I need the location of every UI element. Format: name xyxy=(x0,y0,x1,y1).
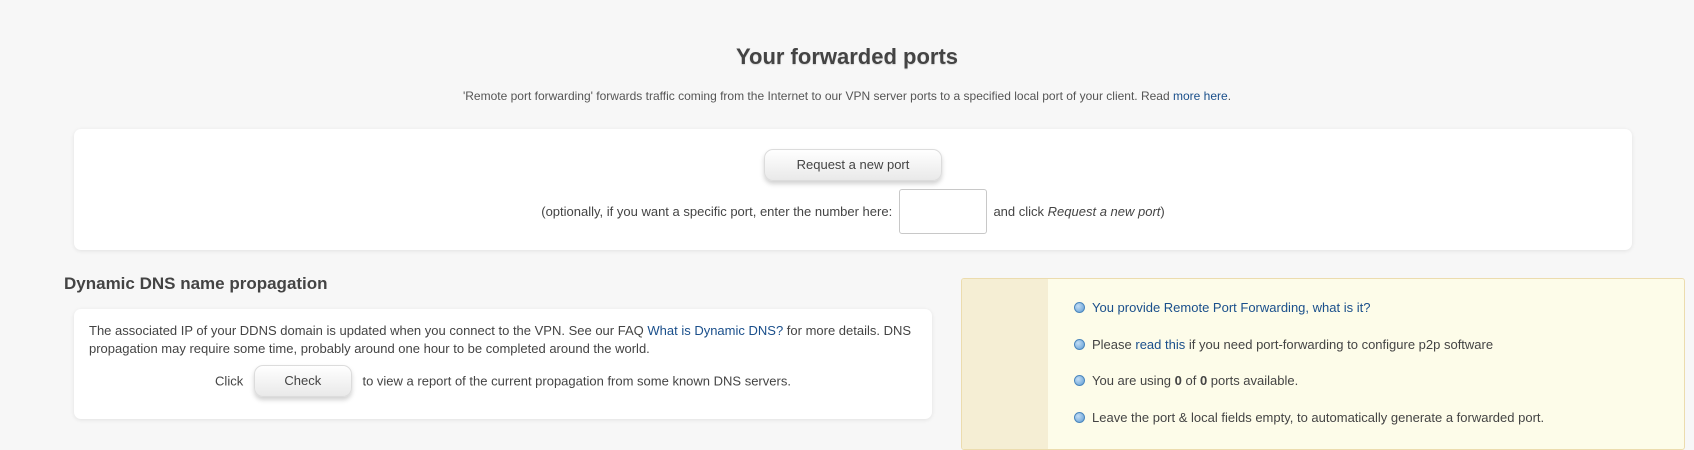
check-description: to view a report of the current propagat… xyxy=(362,373,791,389)
ports-used-count: 0 xyxy=(1174,373,1182,388)
check-button[interactable]: Check xyxy=(253,365,352,397)
subtitle-text: 'Remote port forwarding' forwards traffi… xyxy=(462,89,1173,103)
ddns-section-title: Dynamic DNS name propagation xyxy=(64,274,328,293)
info-item3-after: ports available. xyxy=(1207,373,1299,388)
info-item-empty-fields: Leave the port & local fields empty, to … xyxy=(1074,409,1544,446)
info-item-remote-forwarding: You provide Remote Port Forwarding, what… xyxy=(1074,299,1544,336)
blue-circle-bullet-icon xyxy=(1074,375,1085,386)
remote-forwarding-faq-link[interactable]: You provide Remote Port Forwarding, what… xyxy=(1092,300,1370,315)
info-item3-mid: of xyxy=(1181,373,1200,388)
hint-after-prefix: and click xyxy=(993,204,1048,219)
port-hint-text: (optionally, if you want a specific port… xyxy=(541,204,893,219)
port-number-row: (optionally, if you want a specific port… xyxy=(74,189,1632,234)
request-new-port-button[interactable]: Request a new port xyxy=(764,149,942,181)
ddns-description: The associated IP of your DDNS domain is… xyxy=(89,322,924,358)
info-box: You provide Remote Port Forwarding, what… xyxy=(961,278,1685,450)
hint-after-emphasis: Request a new port xyxy=(1047,204,1161,219)
blue-circle-bullet-icon xyxy=(1074,411,1085,423)
info-item2-before: Please xyxy=(1092,336,1136,352)
ddns-card: The associated IP of your DDNS domain is… xyxy=(74,309,932,419)
what-is-dynamic-dns-link[interactable]: What is Dynamic DNS? xyxy=(647,323,783,338)
info-item4-text: Leave the port & local fields empty, to … xyxy=(1092,409,1545,425)
port-hint-after: and click Request a new port) xyxy=(993,204,1164,219)
info-box-strip xyxy=(962,279,1048,449)
info-item-p2p: Please read this if you need port-forwar… xyxy=(1074,336,1544,373)
info-list: You provide Remote Port Forwarding, what… xyxy=(1074,299,1544,445)
hint-after-suffix: ) xyxy=(1160,204,1165,219)
read-this-link[interactable]: read this xyxy=(1135,337,1185,352)
page-title: Your forwarded ports xyxy=(735,44,959,69)
check-row: Click Check to view a report of the curr… xyxy=(74,365,932,397)
blue-circle-bullet-icon xyxy=(1074,302,1085,313)
ddns-text-part1: The associated IP of your DDNS domain is… xyxy=(89,323,648,338)
info-item-ports-usage: You are using 0 of 0 ports available. xyxy=(1074,372,1544,409)
more-here-link[interactable]: more here xyxy=(1173,89,1228,103)
subtitle-end: . xyxy=(1227,89,1232,103)
page-subtitle: 'Remote port forwarding' forwards traffi… xyxy=(0,89,1694,103)
blue-circle-bullet-icon xyxy=(1074,338,1085,350)
click-label: Click xyxy=(215,373,244,389)
info-item3-before: You are using xyxy=(1092,373,1175,388)
port-request-card: Request a new port (optionally, if you w… xyxy=(74,129,1632,250)
port-number-input[interactable] xyxy=(898,189,987,234)
info-item2-after: if you need port-forwarding to configure… xyxy=(1185,336,1494,352)
